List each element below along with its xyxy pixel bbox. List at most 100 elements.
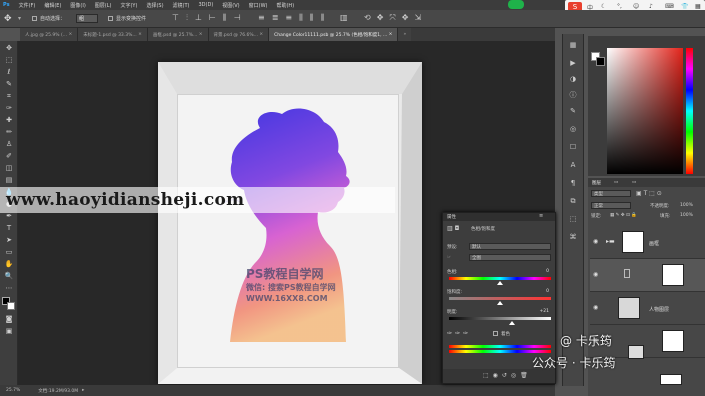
lasso-tool-icon[interactable]: ℓ [4, 68, 14, 76]
doc-size[interactable]: 文档:19.2M/93.0M [38, 388, 78, 394]
background-color-swatch[interactable] [7, 302, 15, 310]
blend-mode-dropdown[interactable]: 正常 [591, 202, 631, 209]
color-picker-field[interactable] [607, 48, 683, 174]
history-brush-icon[interactable]: ✐ [4, 152, 14, 160]
channel-dropdown[interactable]: 全图 [469, 254, 551, 261]
brush-tool-icon[interactable]: ✏ [4, 128, 14, 136]
stamp-tool-icon[interactable]: ♙ [4, 140, 14, 148]
dropdown-arrow-icon[interactable]: ▾ [18, 15, 21, 22]
character-panel-icon[interactable]: A [566, 160, 580, 170]
saturation-slider-track[interactable] [449, 297, 551, 300]
menu-3d[interactable]: 3D(D) [199, 2, 214, 8]
align-icons[interactable]: ⊤⫶⊥⊢⫼⊣ [172, 13, 248, 23]
footer-icons[interactable]: ⬚◉↺◎🗑 [483, 372, 532, 379]
quick-mask-icon[interactable]: ◙ [4, 315, 14, 323]
type-tool-icon[interactable]: T [4, 224, 14, 232]
menu-file[interactable]: 文件(F) [19, 2, 36, 9]
lightness-value[interactable]: +21 [540, 309, 550, 314]
tab-paths[interactable]: ▭ [632, 180, 636, 185]
auto-align-icon[interactable]: ▥ [340, 13, 348, 22]
eyedropper-icons[interactable]: ✑✑✑ [447, 330, 471, 337]
punctuation-icon[interactable]: °, [617, 3, 622, 10]
styles-panel-icon[interactable]: ⬚ [566, 214, 580, 224]
eye-icon[interactable]: ◉ [593, 271, 598, 278]
color-bg-swatch[interactable] [596, 57, 605, 66]
menu-layer[interactable]: 图层(L) [95, 2, 112, 9]
menu-help[interactable]: 帮助(H) [276, 2, 294, 9]
info-panel-icon[interactable]: ⓘ [566, 90, 580, 100]
gradient-tool-icon[interactable]: ▤ [4, 176, 14, 184]
paragraph-panel-icon[interactable]: ¶ [566, 178, 580, 188]
lock-icons[interactable]: ▦ ✎ ✥ ⊡ 🔒 [610, 213, 637, 218]
pen-tool-icon[interactable]: ✒ [4, 212, 14, 220]
panel-menu-icon[interactable]: ≡ [539, 213, 543, 219]
actions-panel-icon[interactable]: ▶ [566, 58, 580, 68]
saturation-slider-thumb[interactable] [497, 301, 503, 305]
adjust-panel-icon[interactable]: ◑ [566, 74, 580, 84]
tab-channels[interactable]: ▭ [614, 180, 618, 185]
ps-logo[interactable]: Ps [3, 2, 10, 8]
hue-value[interactable]: 0 [546, 269, 549, 274]
tab-layers[interactable]: 图层 [592, 180, 601, 186]
status-arrow-icon[interactable]: ▸ [82, 388, 84, 393]
layer-kind-filter[interactable]: 类型 [591, 190, 631, 197]
smile-icon[interactable]: ☺ [633, 3, 639, 10]
auto-select-dropdown[interactable]: 组 [76, 14, 98, 23]
auto-select-checkbox[interactable] [32, 16, 37, 21]
tab-overflow[interactable]: » [398, 28, 412, 41]
shape-tool-icon[interactable]: ▭ [4, 248, 14, 256]
show-transform-checkbox[interactable] [108, 16, 113, 21]
distribute-icons[interactable]: ≡≣≡⫼⫼⫼ [258, 13, 331, 23]
hand-tool-icon[interactable]: ✋ [4, 260, 14, 268]
paths-panel-icon[interactable]: ⌘ [566, 232, 580, 242]
history-panel-icon[interactable]: ▦ [566, 40, 580, 50]
glyph-panel-icon[interactable]: ⧉ [566, 196, 580, 206]
layer-row-frame[interactable]: ◉ ▸▬ 画框 [590, 226, 705, 259]
zoom-level[interactable]: 25.7% [6, 388, 20, 393]
menu-image[interactable]: 图像(I) [70, 2, 85, 9]
path-select-tool-icon[interactable]: ➤ [4, 236, 14, 244]
menu-edit[interactable]: 编辑(E) [44, 2, 61, 9]
eye-icon[interactable]: ◉ [593, 304, 598, 311]
preset-dropdown[interactable]: 默认 [469, 243, 551, 250]
screen-mode-icon[interactable]: ▣ [4, 327, 14, 335]
opacity-value[interactable]: 100% [680, 203, 693, 208]
swatch-panel-icon[interactable]: ◎ [566, 124, 580, 134]
tab-1[interactable]: 人.jpg @ 25.9% (... × [20, 28, 79, 41]
crop-tool-icon[interactable]: ⌗ [4, 92, 14, 100]
filter-icons[interactable]: ▣ T ⬚ ⊙ [636, 190, 662, 197]
more-tools-icon[interactable]: ⋯ [4, 284, 14, 292]
move-tool-icon[interactable]: ✥ [4, 44, 14, 52]
lightness-slider-thumb[interactable] [509, 321, 515, 325]
saturation-value[interactable]: 0 [546, 289, 549, 294]
shirt-icon[interactable]: 👕 [681, 3, 688, 10]
brush-panel-icon[interactable]: ✎ [566, 106, 580, 116]
eye-icon[interactable]: ◉ [593, 238, 598, 245]
layer-row-adjustment[interactable]: ◉ [590, 259, 705, 292]
clone-panel-icon[interactable]: ☐ [566, 142, 580, 152]
tab-active[interactable]: Change Color11111.psb @ 25.7% (色相/饱和度1, … [269, 28, 399, 41]
green-badge[interactable] [508, 0, 524, 9]
tab-3[interactable]: 画框.psd @ 25.7%... × [147, 28, 209, 41]
eyedropper-tool-icon[interactable]: ✑ [4, 104, 14, 112]
fill-value[interactable]: 100% [680, 213, 693, 218]
hue-slider-track[interactable] [449, 277, 551, 280]
move-tool-icon[interactable]: ✥ [4, 14, 12, 24]
lightness-slider-track[interactable] [449, 317, 551, 320]
grid-icon[interactable]: ▦ [695, 3, 701, 10]
colorize-checkbox[interactable] [493, 331, 498, 336]
moon-icon[interactable]: ☾ [601, 3, 606, 10]
tab-4[interactable]: 背景.psd @ 76.6%... × [208, 28, 270, 41]
menu-type[interactable]: 文字(Y) [120, 2, 137, 9]
zoom-tool-icon[interactable]: 🔍 [4, 272, 14, 280]
eraser-tool-icon[interactable]: ◫ [4, 164, 14, 172]
channel-hand-icon[interactable]: ☞ [447, 255, 451, 260]
mic-icon[interactable]: ♪ [649, 3, 653, 10]
menu-filter[interactable]: 滤镜(T) [173, 2, 190, 9]
menu-view[interactable]: 视图(V) [222, 2, 239, 9]
hue-slider[interactable] [686, 48, 693, 174]
quick-select-tool-icon[interactable]: ✎ [4, 80, 14, 88]
marquee-tool-icon[interactable]: ⬚ [4, 56, 14, 64]
layer-row-person[interactable]: ◉ 人物图层 [590, 292, 705, 325]
keyboard-icon[interactable]: ⌨ [665, 3, 674, 10]
